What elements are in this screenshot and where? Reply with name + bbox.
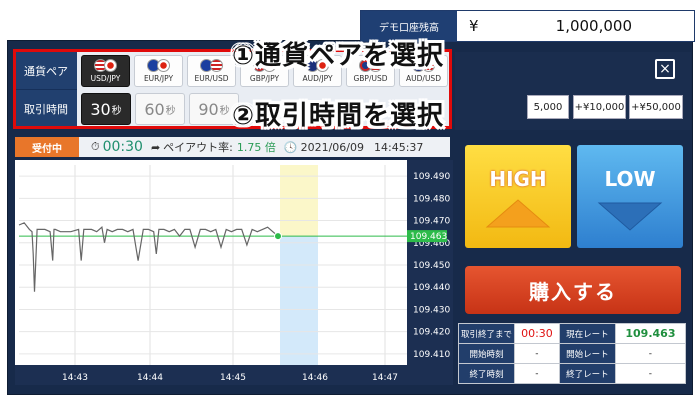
y-tick-label: 109.420 bbox=[413, 328, 450, 338]
info-label: 開始レート bbox=[558, 343, 616, 364]
amount-button[interactable]: 5,000 bbox=[527, 95, 569, 119]
x-tick-label: 14:43 bbox=[62, 373, 88, 383]
info-label: 取引終了まで bbox=[458, 323, 515, 344]
y-tick-label: 109.450 bbox=[413, 261, 450, 271]
current-rate-label: 109.463 bbox=[410, 232, 447, 242]
close-icon[interactable]: × bbox=[655, 59, 675, 79]
clock-time: 14:45:37 bbox=[374, 140, 424, 154]
x-tick-label: 14:46 bbox=[302, 373, 328, 383]
info-value: - bbox=[614, 363, 687, 384]
callout-step2: ②取引時間を選択 bbox=[232, 101, 445, 131]
x-tick-label: 14:44 bbox=[137, 373, 163, 383]
currency-symbol: ¥ bbox=[469, 17, 479, 35]
payout-label: ペイアウト率: bbox=[163, 141, 233, 154]
info-label: 開始時刻 bbox=[458, 343, 515, 364]
arrow-icon: ➦ bbox=[150, 140, 161, 154]
info-row: 終了時刻 - 終了レート - bbox=[458, 363, 687, 384]
amount-button[interactable]: +¥50,000 bbox=[629, 95, 683, 119]
entry-zone-lower bbox=[280, 236, 318, 365]
payout-value: 1.75 倍 bbox=[236, 141, 276, 154]
stopwatch-icon: ⏱ bbox=[91, 140, 100, 153]
y-tick-label: 109.430 bbox=[413, 305, 450, 315]
info-value: - bbox=[514, 363, 560, 384]
status-bar: 受付中 ⏱ 00:30 ➦ ペイアウト率: 1.75 倍 🕓 2021/06/0… bbox=[15, 137, 450, 157]
buy-button[interactable]: 購入する bbox=[465, 266, 681, 314]
high-button[interactable]: HIGH bbox=[465, 145, 571, 248]
y-tick-label: 109.490 bbox=[413, 172, 450, 182]
amount-button[interactable]: +¥10,000 bbox=[573, 95, 626, 119]
y-tick-label: 109.410 bbox=[413, 350, 450, 360]
price-line bbox=[18, 222, 279, 292]
up-arrow-icon bbox=[485, 199, 551, 228]
status-badge: 受付中 bbox=[15, 137, 79, 157]
price-chart: 14:43 14:44 14:45 14:46 14:47 109.490 109.480 1… bbox=[15, 160, 453, 385]
x-tick-label: 14:45 bbox=[220, 373, 246, 383]
x-tick-label: 14:47 bbox=[372, 373, 398, 383]
info-label: 現在レート bbox=[558, 323, 616, 344]
countdown: 00:30 bbox=[102, 139, 143, 155]
price-chart-svg: 14:43 14:44 14:45 14:46 14:47 109.490 109.480 1… bbox=[15, 160, 453, 385]
date: 2021/06/09 bbox=[300, 140, 364, 154]
low-button[interactable]: LOW bbox=[577, 145, 683, 248]
trading-screen: デモ口座残高 ¥ 1,000,000 通貨ペア USD/JPY EUR/JPY EU… bbox=[0, 0, 700, 400]
info-value: 109.463 bbox=[614, 323, 687, 344]
info-row: 取引終了まで 00:30 現在レート 109.463 bbox=[458, 323, 687, 344]
info-value: - bbox=[514, 343, 560, 364]
current-price-marker bbox=[274, 232, 282, 241]
y-tick-label: 109.440 bbox=[413, 283, 450, 293]
balance-value: 1,000,000 bbox=[555, 17, 632, 35]
y-tick-label: 109.470 bbox=[413, 217, 450, 227]
trade-info-table: 取引終了まで 00:30 現在レート 109.463 開始時刻 - 開始レート - 終了時刻 - 終… bbox=[458, 323, 687, 384]
y-tick-label: 109.480 bbox=[413, 194, 450, 204]
info-value: - bbox=[614, 343, 687, 364]
info-label: 終了時刻 bbox=[458, 363, 515, 384]
callout-step1: ①通貨ペアを選択 bbox=[232, 41, 445, 71]
info-label: 終了レート bbox=[558, 363, 616, 384]
down-arrow-icon bbox=[597, 202, 663, 231]
info-row: 開始時刻 - 開始レート - bbox=[458, 343, 687, 364]
info-value: 00:30 bbox=[514, 323, 560, 344]
clock-icon: 🕓 bbox=[283, 140, 298, 154]
